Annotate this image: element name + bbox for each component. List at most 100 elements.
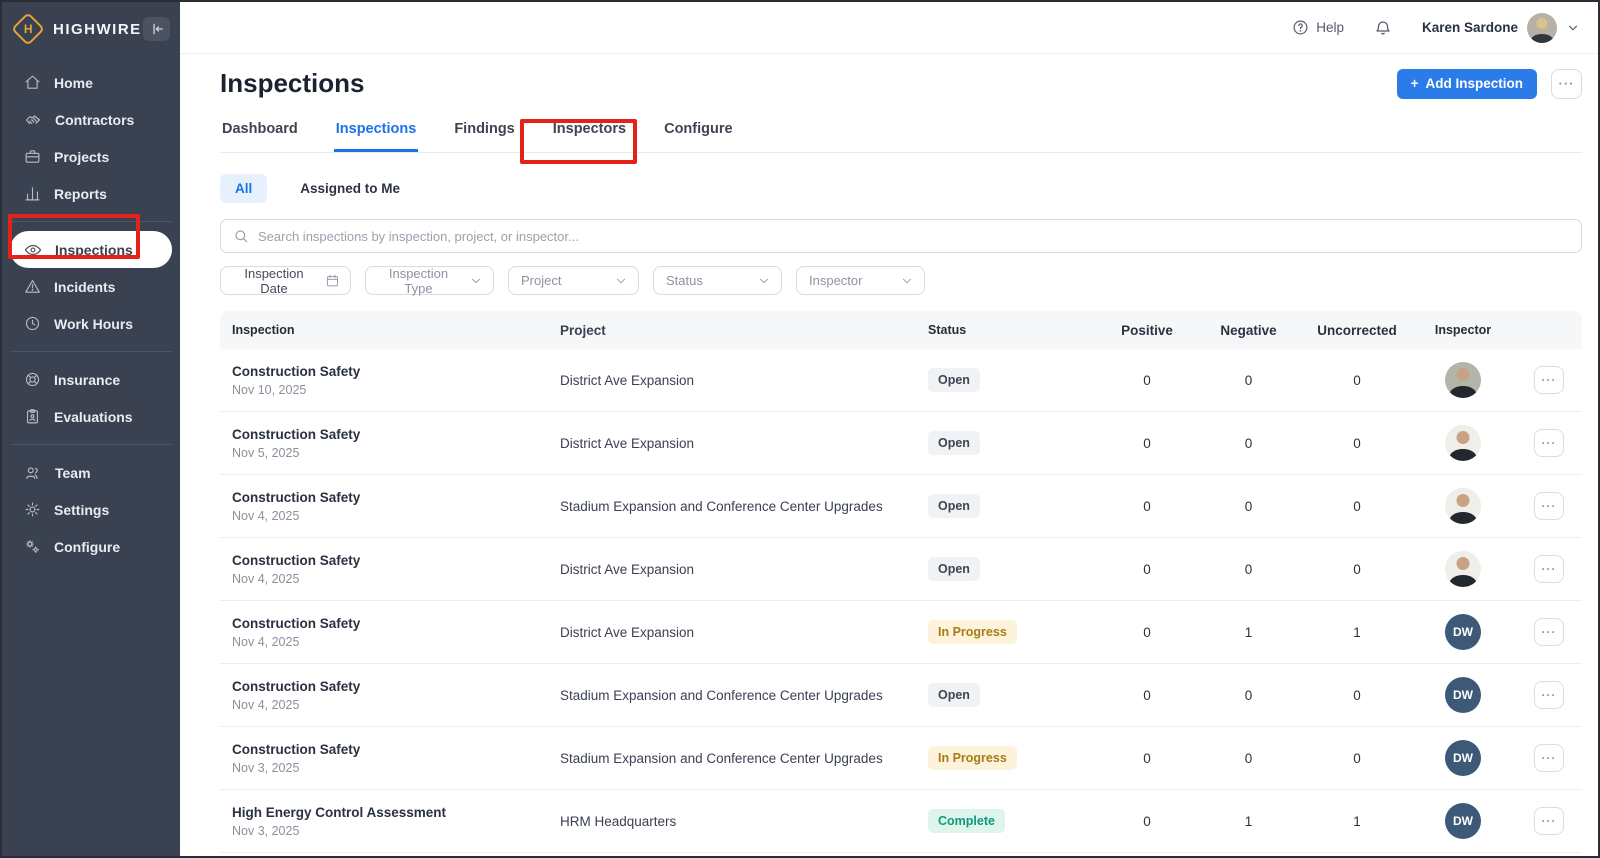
column-header-status[interactable]: Status <box>916 323 1098 337</box>
positive-count: 0 <box>1098 373 1196 388</box>
negative-count: 0 <box>1196 436 1301 451</box>
status-badge: Open <box>928 494 980 518</box>
positive-count: 0 <box>1098 625 1196 640</box>
row-actions-button[interactable]: ··· <box>1534 555 1564 583</box>
inspection-date: Nov 4, 2025 <box>232 635 548 649</box>
notifications-bell-button[interactable] <box>1374 19 1392 37</box>
positive-count: 0 <box>1098 751 1196 766</box>
tab-findings[interactable]: Findings <box>452 111 516 152</box>
toggle-assigned-to-me[interactable]: Assigned to Me <box>285 174 415 203</box>
sidebar-item-reports[interactable]: Reports <box>10 175 172 212</box>
warning-triangle-icon <box>24 278 41 295</box>
sidebar-item-home[interactable]: Home <box>10 64 172 101</box>
sidebar-item-incidents[interactable]: Incidents <box>10 268 172 305</box>
help-button[interactable]: Help <box>1292 19 1344 36</box>
inspector-photo-avatar <box>1445 425 1481 461</box>
sidebar-item-team[interactable]: Team <box>10 454 172 491</box>
tab-configure[interactable]: Configure <box>662 111 734 152</box>
negative-count: 1 <box>1196 814 1301 829</box>
row-actions-button[interactable]: ··· <box>1534 618 1564 646</box>
status-badge: Complete <box>928 809 1005 833</box>
filter-inspection-date[interactable]: Inspection Date <box>220 266 351 295</box>
sidebar-item-label: Configure <box>54 539 120 555</box>
user-menu[interactable]: Karen Sardone <box>1422 13 1580 43</box>
gears-icon <box>24 538 41 555</box>
row-actions-button[interactable]: ··· <box>1534 807 1564 835</box>
filter-inspection-type[interactable]: Inspection Type <box>365 266 494 295</box>
project-name: District Ave Expansion <box>548 562 916 577</box>
inspector-initials-avatar: DW <box>1445 740 1481 776</box>
sidebar-item-settings[interactable]: Settings <box>10 491 172 528</box>
column-header-inspection[interactable]: Inspection <box>220 323 548 337</box>
sidebar-item-work-hours[interactable]: Work Hours <box>10 305 172 342</box>
column-header-uncorrected[interactable]: Uncorrected <box>1301 323 1413 338</box>
chevron-down-icon <box>900 274 914 288</box>
table-row[interactable]: High Energy Control AssessmentNov 3, 202… <box>220 790 1582 853</box>
inspector-photo-avatar <box>1445 362 1481 398</box>
filter-label: Project <box>521 273 561 288</box>
column-header-inspector[interactable]: Inspector <box>1413 323 1513 337</box>
inspection-date: Nov 10, 2025 <box>232 383 548 397</box>
sidebar-divider <box>10 444 172 445</box>
inspection-date: Nov 3, 2025 <box>232 824 548 838</box>
sidebar: H HIGHWIRE HomeContractorsProjectsReport… <box>2 2 180 856</box>
toggle-all[interactable]: All <box>220 174 267 203</box>
inspection-name: Construction Safety <box>232 742 548 757</box>
row-actions-button[interactable]: ··· <box>1534 744 1564 772</box>
tab-inspections[interactable]: Inspections <box>334 111 419 152</box>
sidebar-item-insurance[interactable]: Insurance <box>10 361 172 398</box>
sidebar-item-contractors[interactable]: Contractors <box>10 101 172 138</box>
positive-count: 0 <box>1098 814 1196 829</box>
project-name: District Ave Expansion <box>548 625 916 640</box>
table-body: Construction Safety Nov 10, 2025 District … <box>220 349 1582 853</box>
row-actions-button[interactable]: ··· <box>1534 429 1564 457</box>
briefcase-icon <box>24 148 41 165</box>
uncorrected-count: 0 <box>1301 436 1413 451</box>
row-actions-button[interactable]: ··· <box>1534 366 1564 394</box>
filter-project[interactable]: Project <box>508 266 639 295</box>
negative-count: 0 <box>1196 499 1301 514</box>
table-row[interactable]: Construction SafetyNov 4, 2025Stadium Ex… <box>220 475 1582 538</box>
row-actions-button[interactable]: ··· <box>1534 492 1564 520</box>
clock-icon <box>24 315 41 332</box>
filter-label: Inspection Type <box>378 266 459 296</box>
page-more-actions-button[interactable]: ··· <box>1551 69 1582 99</box>
add-inspection-button[interactable]: + Add Inspection <box>1397 69 1537 99</box>
inspection-name: Construction Safety <box>232 679 548 694</box>
inspection-date: Nov 4, 2025 <box>232 698 548 712</box>
status-badge: Open <box>928 368 980 392</box>
uncorrected-count: 0 <box>1301 499 1413 514</box>
filter-status[interactable]: Status <box>653 266 782 295</box>
table-row[interactable]: Construction SafetyNov 4, 2025Stadium Ex… <box>220 664 1582 727</box>
sidebar-item-label: Inspections <box>55 242 133 258</box>
sidebar-collapse-button[interactable] <box>143 17 170 41</box>
uncorrected-count: 1 <box>1301 814 1413 829</box>
search-icon <box>233 228 249 244</box>
row-actions-button[interactable]: ··· <box>1534 681 1564 709</box>
sidebar-item-configure[interactable]: Configure <box>10 528 172 565</box>
search-input[interactable] <box>258 229 1569 244</box>
search-bar <box>220 219 1582 253</box>
table-row[interactable]: Construction SafetyNov 5, 2025District A… <box>220 412 1582 475</box>
sidebar-item-evaluations[interactable]: Evaluations <box>10 398 172 435</box>
table-row[interactable]: Construction SafetyNov 10, 2025District … <box>220 349 1582 412</box>
sidebar-item-projects[interactable]: Projects <box>10 138 172 175</box>
highwire-logo-icon: H <box>11 12 45 46</box>
column-header-positive[interactable]: Positive <box>1098 323 1196 338</box>
project-name: District Ave Expansion <box>548 436 916 451</box>
inspection-date: Nov 4, 2025 <box>232 509 548 523</box>
positive-count: 0 <box>1098 562 1196 577</box>
sidebar-item-inspections[interactable]: Inspections <box>10 231 172 268</box>
status-badge: In Progress <box>928 746 1017 770</box>
column-header-negative[interactable]: Negative <box>1196 323 1301 338</box>
column-header-project[interactable]: Project <box>548 323 916 338</box>
calendar-icon <box>325 273 340 288</box>
table-row[interactable]: Construction SafetyNov 4, 2025District A… <box>220 538 1582 601</box>
table-row[interactable]: Construction SafetyNov 3, 2025Stadium Ex… <box>220 727 1582 790</box>
filter-inspector[interactable]: Inspector <box>796 266 925 295</box>
tab-inspectors[interactable]: Inspectors <box>551 111 628 152</box>
table-row[interactable]: Construction SafetyNov 4, 2025District A… <box>220 601 1582 664</box>
tab-dashboard[interactable]: Dashboard <box>220 111 300 152</box>
negative-count: 1 <box>1196 625 1301 640</box>
app-window: H HIGHWIRE HomeContractorsProjectsReport… <box>0 0 1600 858</box>
